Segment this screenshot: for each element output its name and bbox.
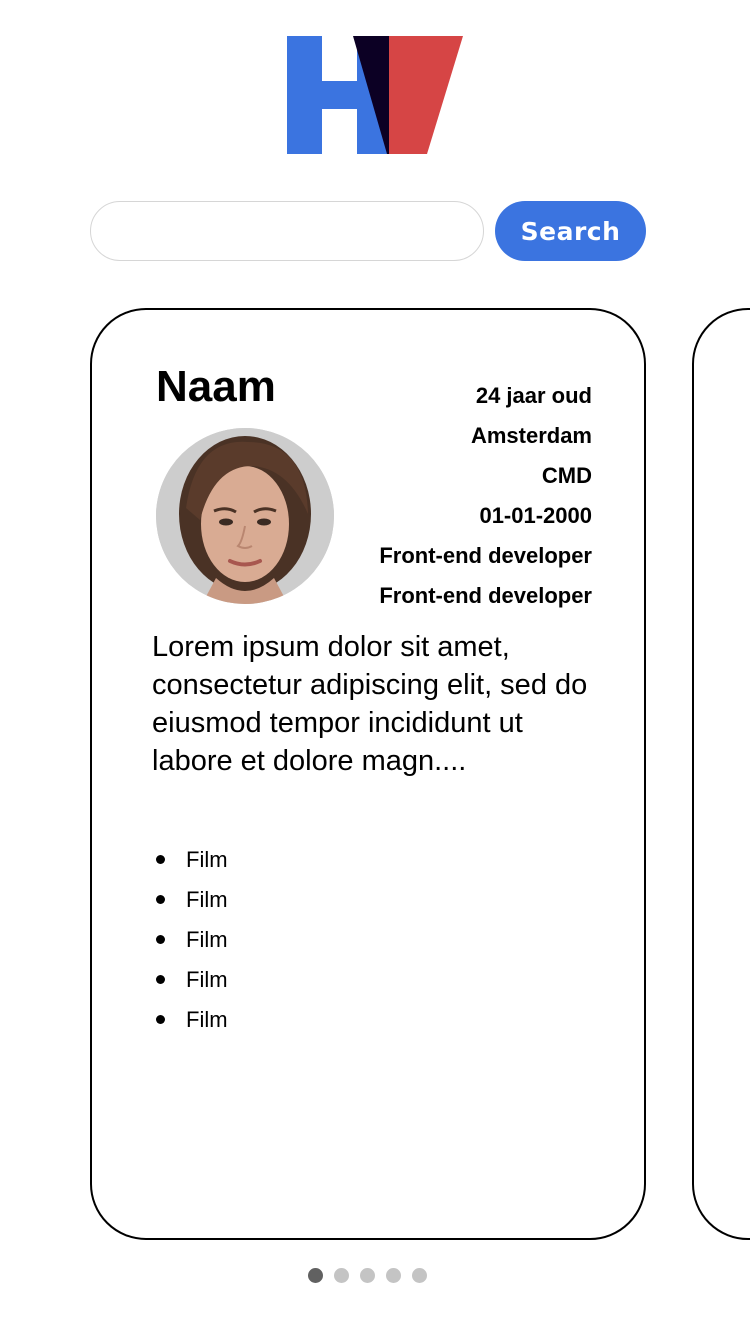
profile-name: Naam <box>156 362 276 411</box>
detail-birthdate: 01-01-2000 <box>479 503 592 528</box>
pagination-dots <box>308 1268 427 1283</box>
detail-role: Front-end developer <box>379 543 592 568</box>
woman-portrait-image <box>156 428 334 604</box>
search-button[interactable]: Search <box>495 201 646 261</box>
detail-age: 24 jaar oud <box>475 383 592 408</box>
detail-role: Front-end developer <box>379 583 592 608</box>
pagination-dot[interactable] <box>412 1268 427 1283</box>
next-profile-card[interactable] <box>692 308 750 1240</box>
detail-city: Amsterdam <box>470 423 592 448</box>
list-item: Film <box>152 920 228 960</box>
profile-details: 24 jaar oud Amsterdam CMD 01-01-2000 Fro… <box>379 376 592 616</box>
list-item: Film <box>152 1000 228 1040</box>
detail-study: CMD <box>541 463 592 488</box>
profile-bio: Lorem ipsum dolor sit amet, consectetur … <box>152 631 588 777</box>
pagination-dot[interactable] <box>360 1268 375 1283</box>
pagination-dot[interactable] <box>386 1268 401 1283</box>
list-item: Film <box>152 840 228 880</box>
pagination-dot[interactable] <box>308 1268 323 1283</box>
list-item: Film <box>152 880 228 920</box>
list-item: Film <box>152 960 228 1000</box>
hv-logo <box>287 36 463 154</box>
search-input[interactable] <box>90 201 484 261</box>
profile-card[interactable]: Naam 24 jaar oud Amsterdam CMD 01-01-200… <box>90 308 646 1240</box>
avatar <box>156 428 334 604</box>
hobby-list: Film Film Film Film Film <box>152 840 228 1040</box>
pagination-dot[interactable] <box>334 1268 349 1283</box>
profile-page: Search Naam 24 jaar oud Amsterdam CMD 01… <box>0 0 750 1334</box>
